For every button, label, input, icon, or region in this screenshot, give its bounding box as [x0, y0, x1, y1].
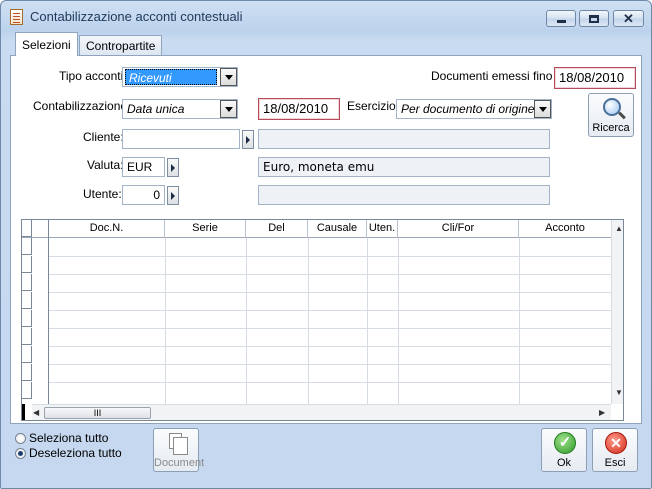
valuta-label: Valuta:: [87, 158, 124, 172]
checkmark-icon: ✓: [554, 432, 576, 454]
tab-selezioni[interactable]: Selezioni: [15, 32, 78, 56]
row-indicator: [22, 346, 32, 363]
utente-label: Utente:: [83, 187, 122, 201]
grid-row-line: [49, 382, 612, 383]
minimize-button[interactable]: [546, 10, 576, 27]
col-header-del[interactable]: Del: [246, 220, 308, 238]
maximize-button[interactable]: [579, 10, 609, 27]
scroll-left-icon[interactable]: ◀: [33, 408, 39, 417]
row-indicator: [22, 292, 32, 309]
grid-header: Doc.N. Serie Del Causale Uten. Cli/For A…: [22, 220, 612, 238]
utente-description-field: [258, 185, 550, 205]
cliente-description-field: [258, 129, 550, 149]
select-all-option[interactable]: Seleziona tutto: [15, 431, 108, 445]
document-label: Document: [154, 457, 205, 469]
app-icon: [10, 9, 23, 25]
grid-row-line: [49, 310, 612, 311]
esci-label: Esci: [604, 457, 626, 469]
grid-col-line: [398, 238, 399, 404]
ricerca-button[interactable]: Ricerca: [588, 93, 634, 137]
ok-label: Ok: [556, 457, 572, 469]
cliente-code-field[interactable]: [122, 129, 240, 149]
magnifier-handle: [618, 111, 626, 120]
row-indicator: [22, 256, 32, 273]
contabilizzazione-date-field[interactable]: 18/08/2010: [258, 98, 340, 120]
grid-col-line: [308, 238, 309, 404]
documenti-emessi-date-field[interactable]: 18/08/2010: [554, 67, 636, 89]
grid-row-line: [49, 292, 612, 293]
utente-zoom-button[interactable]: [167, 186, 179, 205]
minimize-icon: [556, 20, 566, 23]
row-indicator: [22, 310, 32, 327]
row-indicator: [22, 382, 32, 399]
document-button[interactable]: Document: [153, 428, 205, 472]
contabilizzazione-dropdown-icon[interactable]: [220, 100, 237, 118]
grid-corner-marker: [22, 404, 25, 420]
grid-col-line: [246, 238, 247, 404]
document-icon: [169, 433, 188, 455]
grid-row-line: [49, 346, 612, 347]
grid-col-line: [165, 238, 166, 404]
scroll-right-icon[interactable]: ▶: [599, 408, 605, 417]
select-all-label: Seleziona tutto: [29, 431, 109, 445]
esercizio-label: Esercizio:: [347, 99, 400, 113]
close-button[interactable]: ✕: [613, 10, 644, 27]
valuta-zoom-button[interactable]: [167, 158, 179, 177]
tipo-acconti-value: Ricevuti: [125, 69, 217, 85]
main-window: Contabilizzazione acconti contestuali ✕ …: [0, 0, 652, 489]
ricerca-label: Ricerca: [592, 122, 630, 134]
esercizio-dropdown-icon[interactable]: [534, 100, 551, 118]
scroll-down-icon[interactable]: ▼: [615, 388, 623, 397]
acconti-grid[interactable]: Doc.N. Serie Del Causale Uten. Cli/For A…: [21, 219, 624, 421]
select-all-radio[interactable]: [15, 433, 26, 444]
col-header-serie[interactable]: Serie: [165, 220, 246, 238]
maximize-icon: [589, 14, 599, 23]
deselect-all-option[interactable]: Deseleziona tutto: [15, 446, 122, 460]
grid-horizontal-scrollbar[interactable]: ◀ III ▶: [32, 404, 611, 420]
valuta-code-field[interactable]: EUR: [122, 157, 165, 177]
tab-contropartite[interactable]: Contropartite: [79, 35, 163, 55]
valuta-description-field: Euro, moneta emu: [258, 157, 550, 177]
exit-x-icon: ✕: [605, 432, 627, 454]
scroll-thumb[interactable]: III: [44, 407, 151, 419]
col-header-doc-n[interactable]: Doc.N.: [49, 220, 165, 238]
grid-col-line: [519, 238, 520, 404]
scroll-up-icon[interactable]: ▲: [615, 224, 623, 233]
grid-row-line: [49, 274, 612, 275]
tipo-acconti-dropdown-icon[interactable]: [220, 68, 237, 86]
row-indicator: [22, 328, 32, 345]
row-indicator: [22, 220, 32, 237]
grid-row-line: [49, 364, 612, 365]
esercizio-select[interactable]: Per documento di origine: [396, 99, 552, 119]
contabilizzazione-label: Contabilizzazione:: [33, 99, 131, 113]
window-title: Contabilizzazione acconti contestuali: [30, 9, 243, 24]
row-indicator: [22, 238, 32, 255]
cliente-zoom-button[interactable]: [242, 130, 254, 149]
deselect-all-label: Deseleziona tutto: [29, 446, 122, 460]
col-header-acconto[interactable]: Acconto: [519, 220, 611, 238]
utente-code-field[interactable]: 0: [122, 185, 165, 205]
row-indicator-column: [22, 220, 49, 404]
cliente-label: Cliente:: [83, 130, 124, 144]
row-indicator: [22, 364, 32, 381]
grid-row-line: [49, 256, 612, 257]
title-bar[interactable]: Contabilizzazione acconti contestuali ✕: [1, 1, 651, 31]
col-header-causale[interactable]: Causale: [308, 220, 367, 238]
col-header-cli-for[interactable]: Cli/For: [398, 220, 519, 238]
grid-col-line: [367, 238, 368, 404]
grid-row-line: [49, 328, 612, 329]
esci-button[interactable]: ✕ Esci: [592, 428, 638, 472]
ok-button[interactable]: ✓ Ok: [541, 428, 587, 472]
grid-vertical-scrollbar[interactable]: ▲ ▼: [611, 220, 623, 404]
selezioni-panel: Tipo acconti: Ricevuti Documenti emessi …: [10, 55, 642, 424]
documenti-emessi-label: Documenti emessi fino al:: [431, 69, 569, 83]
close-icon: ✕: [623, 10, 634, 26]
row-indicator: [22, 274, 32, 291]
col-header-uten[interactable]: Uten.: [367, 220, 398, 238]
deselect-all-radio[interactable]: [15, 448, 26, 459]
tipo-acconti-label: Tipo acconti:: [59, 69, 127, 83]
